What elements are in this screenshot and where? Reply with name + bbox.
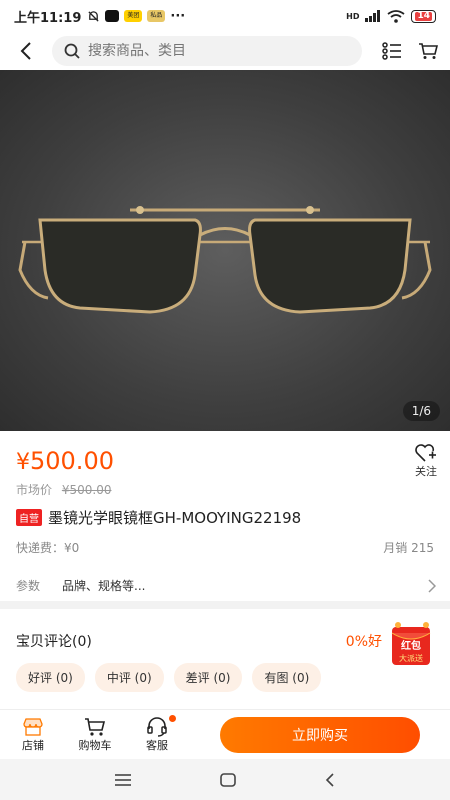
back-button[interactable] [12, 37, 40, 65]
product-image-sunglasses [18, 206, 432, 314]
back-arrow-icon [20, 42, 31, 60]
good-rate: 0%好 [345, 634, 382, 650]
cart-icon [85, 717, 106, 736]
self-operated-badge: 自营 [16, 509, 42, 526]
app-badge-icon: 私品 [147, 10, 166, 22]
buy-now-button[interactable]: 立即购买 [220, 716, 420, 753]
store-button[interactable]: 店铺 [2, 717, 64, 753]
red-envelope-line-2: 大派送 [399, 653, 423, 663]
params-row[interactable]: 参数 品牌、规格等... [16, 577, 436, 594]
gallery-page-indicator: 1/6 [402, 401, 440, 421]
shipping-fee: 快递费：¥0 [16, 541, 80, 555]
wifi-icon [387, 9, 406, 23]
status-bar: 上午11:19 美团 私品 ··· HD 14 [0, 0, 450, 32]
product-price: ¥500.00 [16, 447, 114, 475]
price-symbol: ¥ [16, 450, 30, 475]
bottom-action-bar: 店铺 购物车 客服 立即购买 [0, 709, 450, 759]
home-icon[interactable] [219, 772, 237, 788]
mute-bell-icon [88, 10, 99, 22]
follow-button[interactable]: 关注 [414, 443, 438, 479]
price-value: 500.00 [30, 447, 114, 475]
cart-button[interactable]: 购物车 [64, 717, 126, 753]
search-input[interactable] [88, 43, 350, 59]
market-price-value: ¥500.00 [61, 483, 112, 497]
back-nav-icon[interactable] [324, 772, 336, 788]
signal-icon [365, 10, 381, 22]
reviews-card: 宝贝评论(0) 0%好 红包 大派送 好评 (0) 中评 (0) 差评 (0) … [0, 609, 450, 709]
service-label: 客服 [146, 738, 168, 752]
chip-bad[interactable]: 差评 (0) [173, 663, 243, 692]
follow-label: 关注 [415, 465, 437, 478]
chevron-right-icon [428, 578, 436, 593]
product-title-row: 自营 墨镜光学眼镜框GH-MOOYING22198 [16, 507, 301, 528]
chip-medium[interactable]: 中评 (0) [94, 663, 164, 692]
product-image-gallery[interactable]: 1/6 [0, 70, 450, 431]
market-price: 市场价 ¥500.00 [16, 481, 111, 498]
red-envelope-icon[interactable]: 红包 大派送 [384, 619, 438, 667]
network-label: HD [346, 11, 360, 21]
battery-icon: 14 [411, 9, 436, 23]
product-title: 墨镜光学眼镜框GH-MOOYING22198 [48, 509, 302, 527]
customer-service-button[interactable]: 客服 [126, 714, 188, 753]
tiktok-icon [105, 10, 120, 22]
reviews-title[interactable]: 宝贝评论(0) [16, 631, 92, 651]
params-value: 品牌、规格等... [62, 579, 146, 593]
cart-label: 购物车 [78, 738, 112, 752]
cart-icon[interactable] [418, 42, 438, 60]
more-dots: ··· [170, 8, 186, 24]
store-icon [23, 717, 43, 736]
status-time: 上午11:19 [14, 10, 82, 26]
chip-good[interactable]: 好评 (0) [16, 663, 85, 692]
battery-level: 14 [415, 10, 432, 21]
meituan-icon: 美团 [124, 10, 143, 22]
chip-with-photo[interactable]: 有图 (0) [252, 663, 322, 692]
product-info-card: ¥500.00 市场价 ¥500.00 关注 自营 墨镜光学眼镜框GH-MOOY… [0, 431, 450, 601]
notification-dot [169, 714, 176, 722]
red-envelope-line-1: 红包 [401, 639, 421, 652]
params-label: 参数 [16, 579, 41, 593]
heart-plus-icon [415, 444, 436, 462]
headset-icon [147, 716, 167, 737]
top-nav [0, 32, 450, 70]
system-nav-bar [0, 759, 450, 800]
search-box[interactable] [52, 36, 362, 66]
market-price-label: 市场价 [16, 483, 53, 497]
recent-apps-icon[interactable] [114, 773, 132, 787]
review-filter-chips: 好评 (0) 中评 (0) 差评 (0) 有图 (0) [16, 663, 322, 692]
category-list-icon[interactable] [382, 42, 402, 60]
search-icon [64, 43, 80, 59]
monthly-sales: 月销 215 [383, 541, 434, 555]
store-label: 店铺 [22, 738, 44, 752]
